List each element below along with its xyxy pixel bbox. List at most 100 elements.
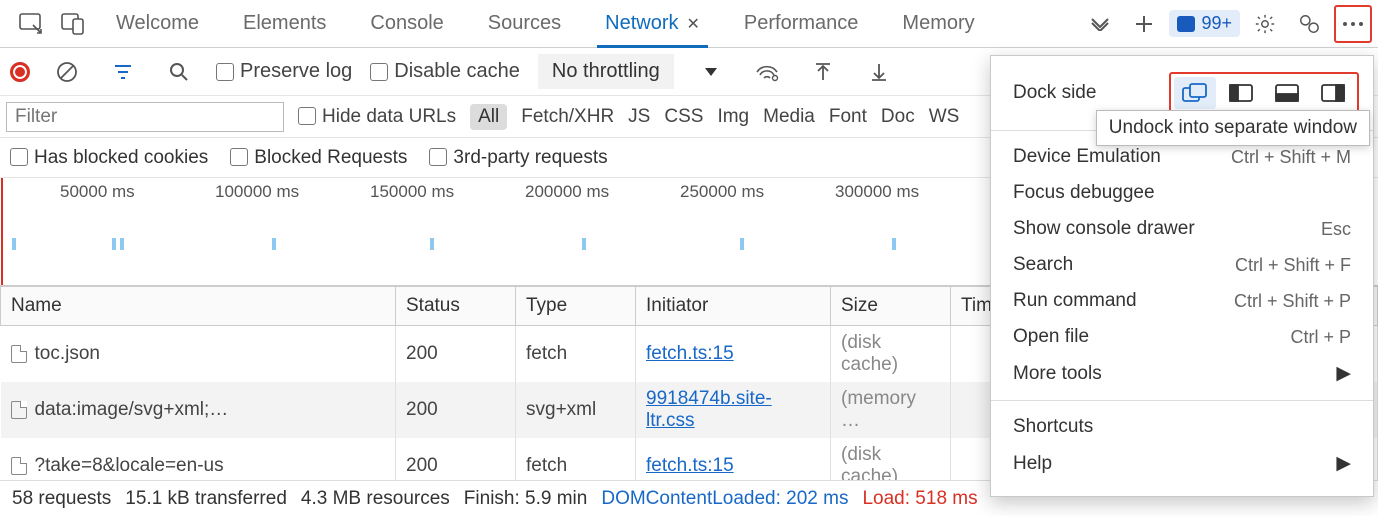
dock-side-label: Dock side xyxy=(1013,82,1096,104)
tab-label: Sources xyxy=(488,12,561,35)
label: No throttling xyxy=(552,60,660,83)
disable-cache-checkbox[interactable]: Disable cache xyxy=(370,60,520,83)
tab-welcome[interactable]: Welcome xyxy=(94,0,221,48)
import-icon[interactable] xyxy=(804,53,842,91)
col-status[interactable]: Status xyxy=(396,287,516,326)
file-icon xyxy=(11,401,27,419)
issues-badge[interactable]: 99+ xyxy=(1169,10,1240,37)
tab-label: Elements xyxy=(243,12,326,35)
blocked-requests-checkbox[interactable]: Blocked Requests xyxy=(230,147,407,169)
tab-performance[interactable]: Performance xyxy=(722,0,881,48)
shortcut: Esc xyxy=(1321,219,1351,240)
tab-memory[interactable]: Memory xyxy=(880,0,996,48)
record-button[interactable] xyxy=(10,62,30,82)
filter-ws[interactable]: WS xyxy=(929,106,960,128)
status-transferred: 15.1 kB transferred xyxy=(125,488,287,510)
label: Hide data URLs xyxy=(322,106,456,127)
filter-doc[interactable]: Doc xyxy=(881,106,915,128)
hide-data-urls-checkbox[interactable]: Hide data URLs xyxy=(298,106,456,128)
tab-console[interactable]: Console xyxy=(348,0,465,48)
col-type[interactable]: Type xyxy=(516,287,636,326)
issues-icon xyxy=(1177,16,1195,32)
status-domcontentloaded: DOMContentLoaded: 202 ms xyxy=(601,488,848,510)
filter-icon[interactable] xyxy=(104,53,142,91)
throttling-select[interactable]: No throttling xyxy=(538,54,674,89)
menu-search[interactable]: Search Ctrl + Shift + F xyxy=(991,247,1373,283)
more-tabs-icon[interactable] xyxy=(1081,5,1119,43)
label: Has blocked cookies xyxy=(34,147,208,168)
search-icon[interactable] xyxy=(160,53,198,91)
shortcut: Ctrl + Shift + M xyxy=(1231,147,1351,168)
tab-sources[interactable]: Sources xyxy=(466,0,583,48)
filter-img[interactable]: Img xyxy=(717,106,749,128)
label: Help xyxy=(1013,453,1052,475)
status-finish: Finish: 5.9 min xyxy=(464,488,588,510)
has-blocked-cookies-checkbox[interactable]: Has blocked cookies xyxy=(10,147,208,169)
initiator-link[interactable]: fetch.ts:15 xyxy=(646,343,734,364)
tab-label: Performance xyxy=(744,12,859,35)
network-conditions-icon[interactable] xyxy=(748,53,786,91)
filter-fetch[interactable]: Fetch/XHR xyxy=(521,106,614,128)
col-initiator[interactable]: Initiator xyxy=(636,287,831,326)
initiator-link[interactable]: fetch.ts:15 xyxy=(646,455,734,476)
tab-label: Memory xyxy=(902,12,974,35)
filter-all[interactable]: All xyxy=(470,104,507,130)
shortcut: Ctrl + Shift + P xyxy=(1234,291,1351,312)
col-name[interactable]: Name xyxy=(1,287,396,326)
tab-label: Console xyxy=(370,12,443,35)
label: Show console drawer xyxy=(1013,218,1195,240)
dock-tooltip: Undock into separate window xyxy=(1096,110,1370,146)
menu-shortcuts[interactable]: Shortcuts xyxy=(991,409,1373,445)
label: Run command xyxy=(1013,290,1137,312)
feedback-icon[interactable] xyxy=(1290,5,1328,43)
label: More tools xyxy=(1013,363,1102,385)
filter-css[interactable]: CSS xyxy=(664,106,703,128)
filter-js[interactable]: JS xyxy=(628,106,650,128)
third-party-checkbox[interactable]: 3rd-party requests xyxy=(429,147,607,169)
export-icon[interactable] xyxy=(860,53,898,91)
status-requests: 58 requests xyxy=(12,488,111,510)
menu-show-console-drawer[interactable]: Show console drawer Esc xyxy=(991,211,1373,247)
playhead xyxy=(1,178,3,285)
label: Open file xyxy=(1013,326,1089,348)
filter-media[interactable]: Media xyxy=(763,106,815,128)
menu-more-tools[interactable]: More tools▶ xyxy=(991,355,1373,392)
inspect-icon[interactable] xyxy=(10,0,52,48)
timeline-tick: 50000 ms xyxy=(60,182,135,202)
dock-right[interactable] xyxy=(1312,77,1354,109)
dock-bottom[interactable] xyxy=(1266,77,1308,109)
menu-help[interactable]: Help▶ xyxy=(991,445,1373,482)
filter-input[interactable] xyxy=(6,102,284,132)
device-toggle-icon[interactable] xyxy=(52,0,94,48)
tab-label: Network xyxy=(605,12,678,35)
add-tab-icon[interactable] xyxy=(1125,5,1163,43)
label: Shortcuts xyxy=(1013,416,1093,438)
dock-left[interactable] xyxy=(1220,77,1262,109)
tab-elements[interactable]: Elements xyxy=(221,0,348,48)
label: Search xyxy=(1013,254,1073,276)
menu-run-command[interactable]: Run command Ctrl + Shift + P xyxy=(991,283,1373,319)
menu-focus-debuggee[interactable]: Focus debuggee xyxy=(991,175,1373,211)
throttle-caret-icon[interactable] xyxy=(692,53,730,91)
label: 3rd-party requests xyxy=(453,147,607,168)
menu-open-file[interactable]: Open fileCtrl + P xyxy=(991,319,1373,355)
timeline-tick: 300000 ms xyxy=(835,182,919,202)
preserve-log-checkbox[interactable]: Preserve log xyxy=(216,60,352,83)
label: Focus debuggee xyxy=(1013,182,1155,204)
initiator-link[interactable]: 9918474b.site-ltr.css xyxy=(646,388,772,431)
file-icon xyxy=(11,345,27,363)
label: Preserve log xyxy=(240,60,352,83)
col-size[interactable]: Size xyxy=(831,287,951,326)
settings-icon[interactable] xyxy=(1246,5,1284,43)
status-load: Load: 518 ms xyxy=(862,488,977,510)
dock-side-options xyxy=(1169,72,1359,114)
filter-font[interactable]: Font xyxy=(829,106,867,128)
timeline-tick: 100000 ms xyxy=(215,182,299,202)
clear-button[interactable] xyxy=(48,53,86,91)
shortcut: Ctrl + Shift + F xyxy=(1235,255,1351,276)
status-resources: 4.3 MB resources xyxy=(301,488,450,510)
more-options-button[interactable] xyxy=(1334,5,1372,43)
tab-network[interactable]: Network ✕ xyxy=(583,0,722,48)
close-icon[interactable]: ✕ xyxy=(687,14,700,34)
dock-undock[interactable] xyxy=(1174,77,1216,109)
